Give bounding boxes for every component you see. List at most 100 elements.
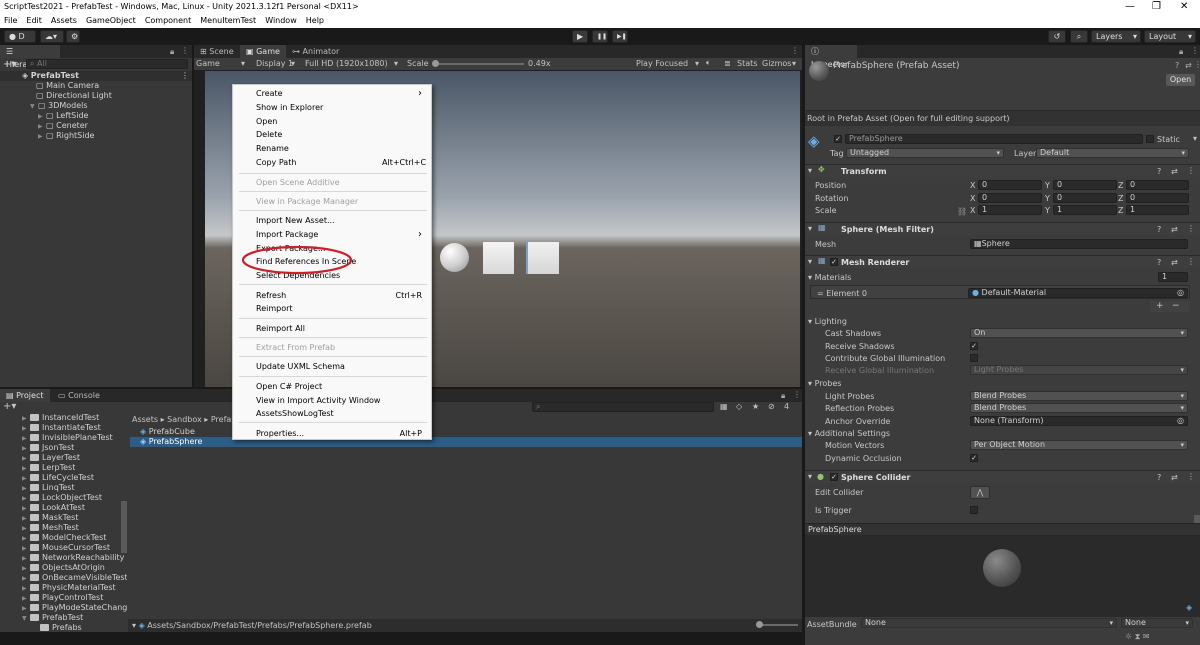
folder-item[interactable]: ▶ OnBecameVisibleTest: [22, 573, 127, 583]
layers-dropdown[interactable]: Layers ▾: [1091, 30, 1141, 43]
menu-file[interactable]: File: [4, 14, 17, 28]
menu-item-properties[interactable]: Properties... Alt+P: [256, 428, 426, 440]
kebab-menu-icon[interactable]: ⋮: [793, 390, 801, 399]
settings-icon[interactable]: ⇄: [1185, 61, 1192, 70]
folder-item[interactable]: ▶ LockObjectTest: [22, 493, 102, 503]
menu-item-open[interactable]: Open: [256, 116, 426, 128]
kebab-menu-icon[interactable]: ⋮: [1187, 472, 1195, 481]
menu-help[interactable]: Help: [306, 14, 324, 28]
assetbundle-dropdown[interactable]: None: [861, 618, 1117, 628]
icon-size-slider-handle[interactable]: [756, 621, 763, 628]
mute-icon[interactable]: 🔈︎: [706, 58, 711, 68]
probes-foldout[interactable]: ▾ Probes: [808, 379, 841, 388]
asset-item-selected[interactable]: ◈ PrefabSphere: [130, 437, 802, 447]
lock-icon[interactable]: 🔒︎: [781, 391, 785, 401]
transform-header[interactable]: ▾ ✥ Transform ? ⇄ ⋮: [805, 164, 1200, 177]
folder-item[interactable]: ▼ PrefabTest: [22, 613, 83, 623]
folder-item[interactable]: ▶ InstantiateTest: [22, 423, 101, 433]
help-icon[interactable]: ?: [1175, 61, 1179, 70]
folder-item[interactable]: ▶ InvisiblePlaneTest: [22, 433, 113, 443]
tag-dropdown[interactable]: Untagged: [846, 148, 1004, 158]
menu-component[interactable]: Component: [145, 14, 191, 28]
kebab-menu-icon[interactable]: ⋮: [1187, 257, 1195, 266]
folder-item[interactable]: ▶ PlayControlTest: [22, 593, 103, 603]
name-field[interactable]: PrefabSphere: [845, 134, 1143, 144]
inspector-scrollbar[interactable]: [1194, 515, 1200, 523]
folder-item[interactable]: ▶ InstanceIdTest: [22, 413, 99, 423]
dynamic-occlusion-checkbox[interactable]: ✓: [970, 454, 978, 462]
folder-item[interactable]: ▶ ObjectsAtOrigin: [22, 563, 105, 573]
hierarchy-item[interactable]: ▶ ▢ RightSide: [38, 131, 94, 141]
material-field[interactable]: ● Default-Material ◎: [968, 288, 1188, 298]
eye-icon[interactable]: ⊘: [768, 402, 775, 411]
menu-edit[interactable]: Edit: [26, 14, 42, 28]
maximize-button[interactable]: ❐: [1152, 0, 1161, 14]
help-icon[interactable]: ?: [1157, 473, 1161, 482]
mesh-renderer-enabled-checkbox[interactable]: ✓: [830, 258, 838, 266]
chevron-down-icon[interactable]: ▾: [1193, 134, 1197, 143]
transform-position-y-field[interactable]: 0: [1053, 180, 1117, 190]
stats-button[interactable]: Stats: [737, 59, 757, 68]
menu-menuitemtest[interactable]: MenuItemTest: [200, 14, 256, 28]
breadcrumb-assets[interactable]: Assets: [132, 415, 158, 424]
help-icon[interactable]: ?: [1157, 167, 1161, 176]
menu-item-assetsshowlogtest[interactable]: AssetsShowLogTest: [256, 408, 426, 420]
reflection-probes-dropdown[interactable]: Blend Probes: [970, 403, 1188, 413]
menu-item-import-package[interactable]: Import Package ›: [256, 229, 426, 241]
motion-vectors-dropdown[interactable]: Per Object Motion: [970, 440, 1188, 450]
mesh-filter-header[interactable]: ▾ ▦ Sphere (Mesh Filter) ? ⇄ ⋮: [805, 222, 1200, 235]
folder-item[interactable]: ▶ MaskTest: [22, 513, 78, 523]
folder-item[interactable]: ▶ MouseCursorTest: [22, 543, 110, 553]
static-checkbox[interactable]: [1146, 135, 1154, 143]
search-by-type-icon[interactable]: ▦: [720, 402, 728, 411]
folder-item[interactable]: ▶ ModelCheckTest: [22, 533, 106, 543]
link-icon[interactable]: ⛓: [957, 207, 967, 216]
layout-dropdown[interactable]: Layout ▾: [1144, 30, 1196, 43]
chevron-down-icon[interactable]: ▼: [30, 102, 38, 112]
folder-item[interactable]: ▶ LookAtTest: [22, 503, 85, 513]
step-button[interactable]: ▶❚: [612, 30, 628, 43]
preset-icon[interactable]: ⇄: [1171, 258, 1178, 267]
tab-game[interactable]: ▣ Game: [240, 45, 286, 58]
menu-item-view-in-import-activity-window[interactable]: View in Import Activity Window: [256, 395, 426, 407]
hierarchy-item[interactable]: ▢ Main Camera: [36, 81, 99, 91]
is-trigger-checkbox[interactable]: [970, 506, 978, 514]
lock-icon[interactable]: 🔒︎: [170, 47, 174, 57]
kebab-menu-icon[interactable]: ⋮: [791, 46, 799, 55]
menu-item-refresh[interactable]: Refresh Ctrl+R: [256, 290, 426, 302]
menu-gameobject[interactable]: GameObject: [86, 14, 136, 28]
tab-console[interactable]: ▭ Console: [52, 389, 106, 402]
kebab-menu-icon[interactable]: ⋮: [1191, 46, 1199, 55]
search-icon[interactable]: ⌕: [1070, 30, 1088, 43]
account-dropdown[interactable]: ● D ▾: [4, 30, 36, 52]
scale-slider-handle[interactable]: [432, 60, 439, 67]
close-button[interactable]: ✕: [1180, 0, 1188, 14]
folder-item[interactable]: ▶ JsonTest: [22, 443, 74, 453]
display-dropdown[interactable]: Display 1: [256, 59, 293, 68]
transform-position-z-field[interactable]: 0: [1126, 180, 1189, 190]
menu-window[interactable]: Window: [265, 14, 297, 28]
tab-hierarchy[interactable]: ☰ Hierarchy: [0, 45, 60, 69]
anchor-override-field[interactable]: None (Transform) ◎: [970, 416, 1188, 426]
transform-scale-y-field[interactable]: 1: [1053, 205, 1117, 215]
tab-scene[interactable]: ⊞ Scene: [194, 45, 240, 58]
kebab-menu-icon[interactable]: ⋮: [1187, 166, 1195, 175]
folder-item[interactable]: ▶ NetworkReachability: [22, 553, 124, 563]
folder-item[interactable]: ▶ MeshTest: [22, 523, 79, 533]
resolution-dropdown[interactable]: Full HD (1920x1080): [305, 59, 388, 68]
add-icon[interactable]: +▾: [3, 59, 16, 70]
active-checkbox[interactable]: ✓: [834, 135, 842, 143]
open-button[interactable]: Open: [1166, 74, 1195, 86]
chevron-right-icon[interactable]: ▶: [38, 132, 46, 142]
transform-rotation-x-field[interactable]: 0: [978, 192, 1042, 203]
folder-item[interactable]: ▶ LifeCycleTest: [22, 473, 94, 483]
additional-settings-foldout[interactable]: ▾ Additional Settings: [808, 429, 890, 438]
target-icon[interactable]: ◎: [1177, 289, 1184, 297]
project-search-input[interactable]: ⌕: [532, 402, 714, 412]
kebab-menu-icon[interactable]: ⋮: [1194, 60, 1200, 69]
play-focused-dropdown[interactable]: Play Focused: [636, 59, 688, 68]
breadcrumb-sandbox[interactable]: Sandbox: [167, 415, 202, 424]
gizmos-button[interactable]: Gizmos: [762, 59, 791, 68]
cast-shadows-dropdown[interactable]: On: [970, 328, 1188, 338]
lock-icon[interactable]: 🔒︎: [1179, 47, 1183, 57]
